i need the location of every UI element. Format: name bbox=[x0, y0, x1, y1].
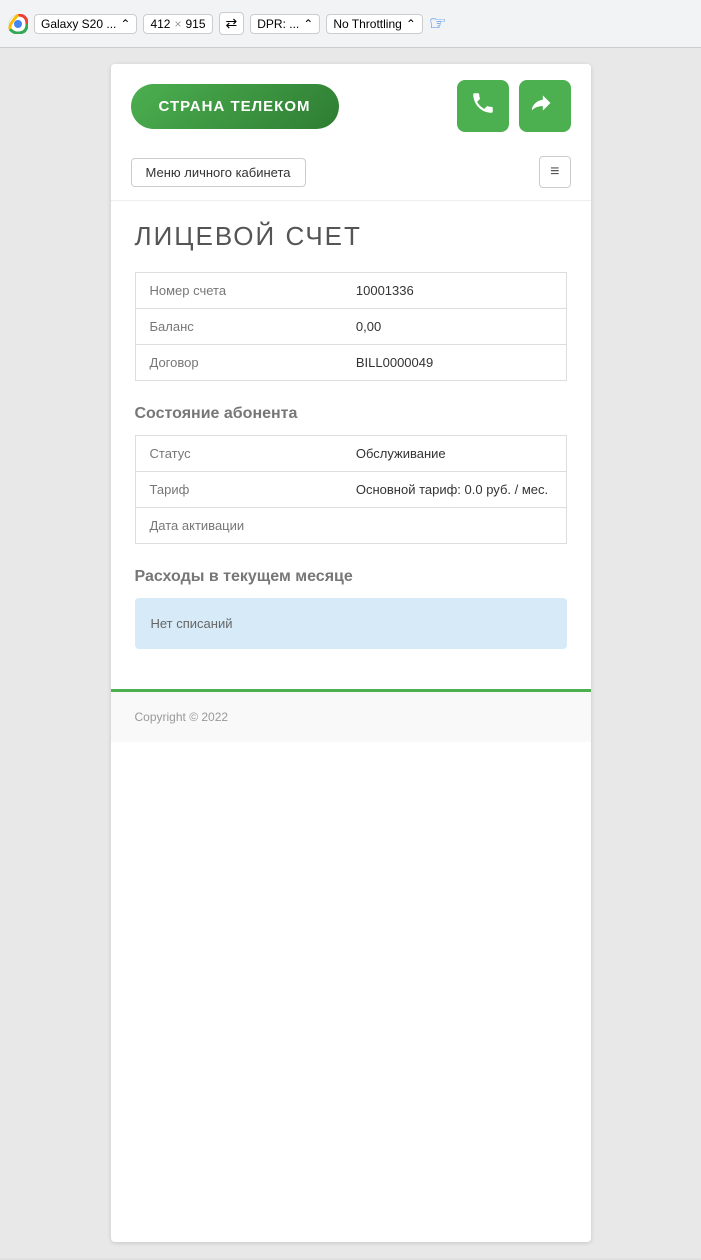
header-icons bbox=[457, 80, 571, 132]
throttle-chevron-icon: ⌃ bbox=[406, 17, 416, 31]
table-row: Договор BILL0000049 bbox=[135, 345, 566, 381]
table-row: Баланс 0,00 bbox=[135, 309, 566, 345]
menu-label: Меню личного кабинета bbox=[146, 165, 291, 180]
browser-toolbar: Galaxy S20 ... ⌃ 412 × 915 ⇄ DPR: ... ⌃ … bbox=[0, 0, 701, 48]
no-items-box: Нет списаний bbox=[135, 598, 567, 649]
device-chevron-icon: ⌃ bbox=[120, 17, 130, 31]
rotate-button[interactable]: ⇄ bbox=[219, 12, 245, 35]
cursor-icon: ☞ bbox=[429, 11, 447, 36]
login-button[interactable] bbox=[519, 80, 571, 132]
table-row: Номер счета 10001336 bbox=[135, 273, 566, 309]
dpr-chevron-icon: ⌃ bbox=[303, 17, 313, 31]
login-icon bbox=[532, 90, 558, 122]
table-row: Дата активации bbox=[135, 508, 566, 544]
nav-bar: Меню личного кабинета ≡ bbox=[111, 148, 591, 201]
subscriber-table: Статус Обслуживание Тариф Основной тариф… bbox=[135, 435, 567, 544]
menu-button[interactable]: Меню личного кабинета bbox=[131, 158, 306, 187]
page-frame: СТРАНА ТЕЛЕКОМ bbox=[0, 48, 701, 1258]
header: СТРАНА ТЕЛЕКОМ bbox=[111, 64, 591, 148]
account-table: Номер счета 10001336 Баланс 0,00 Договор… bbox=[135, 272, 567, 381]
subscriber-section: Состояние абонента Статус Обслуживание Т… bbox=[135, 405, 567, 544]
contract-value[interactable]: BILL0000049 bbox=[342, 345, 566, 381]
activation-date-value bbox=[342, 508, 566, 544]
status-value: Обслуживание bbox=[342, 436, 566, 472]
device-selector[interactable]: Galaxy S20 ... ⌃ bbox=[34, 14, 137, 34]
contract-label: Договор bbox=[135, 345, 342, 381]
expenses-section: Расходы в текущем месяце Нет списаний bbox=[135, 568, 567, 649]
expenses-section-title: Расходы в текущем месяце bbox=[135, 568, 567, 586]
tariff-label: Тариф bbox=[135, 472, 342, 508]
hamburger-icon: ≡ bbox=[550, 163, 559, 180]
main-content: ЛИЦЕВОЙ СЧЕТ Номер счета 10001336 Баланс… bbox=[111, 201, 591, 689]
brand-label: СТРАНА ТЕЛЕКОМ bbox=[159, 98, 311, 115]
phone-button[interactable] bbox=[457, 80, 509, 132]
rotate-icon: ⇄ bbox=[226, 15, 238, 31]
account-number-label: Номер счета bbox=[135, 273, 342, 309]
throttle-selector[interactable]: No Throttling ⌃ bbox=[326, 14, 423, 34]
activation-date-label: Дата активации bbox=[135, 508, 342, 544]
device-label: Galaxy S20 ... bbox=[41, 17, 116, 31]
table-row: Тариф Основной тариф: 0.0 руб. / мес. bbox=[135, 472, 566, 508]
x-label: × bbox=[174, 17, 181, 31]
chrome-icon bbox=[8, 14, 28, 34]
balance-value: 0,00 bbox=[342, 309, 566, 345]
height-value: 915 bbox=[185, 17, 205, 31]
copyright-text: Copyright © 2022 bbox=[135, 710, 229, 724]
tariff-value: Основной тариф: 0.0 руб. / мес. bbox=[342, 472, 566, 508]
page-title: ЛИЦЕВОЙ СЧЕТ bbox=[135, 221, 567, 252]
throttle-label: No Throttling bbox=[333, 17, 401, 31]
table-row: Статус Обслуживание bbox=[135, 436, 566, 472]
page-content: СТРАНА ТЕЛЕКОМ bbox=[111, 64, 591, 1242]
width-value: 412 bbox=[150, 17, 170, 31]
balance-label: Баланс bbox=[135, 309, 342, 345]
phone-icon bbox=[470, 90, 496, 122]
status-label: Статус bbox=[135, 436, 342, 472]
hamburger-button[interactable]: ≡ bbox=[539, 156, 570, 188]
account-number-value: 10001336 bbox=[342, 273, 566, 309]
dpr-label: DPR: ... bbox=[257, 17, 299, 31]
dpr-selector[interactable]: DPR: ... ⌃ bbox=[250, 14, 320, 34]
subscriber-section-title: Состояние абонента bbox=[135, 405, 567, 423]
page-footer: Copyright © 2022 bbox=[111, 689, 591, 742]
no-items-label: Нет списаний bbox=[151, 616, 233, 631]
dimension-box[interactable]: 412 × 915 bbox=[143, 14, 212, 34]
brand-button[interactable]: СТРАНА ТЕЛЕКОМ bbox=[131, 84, 339, 129]
